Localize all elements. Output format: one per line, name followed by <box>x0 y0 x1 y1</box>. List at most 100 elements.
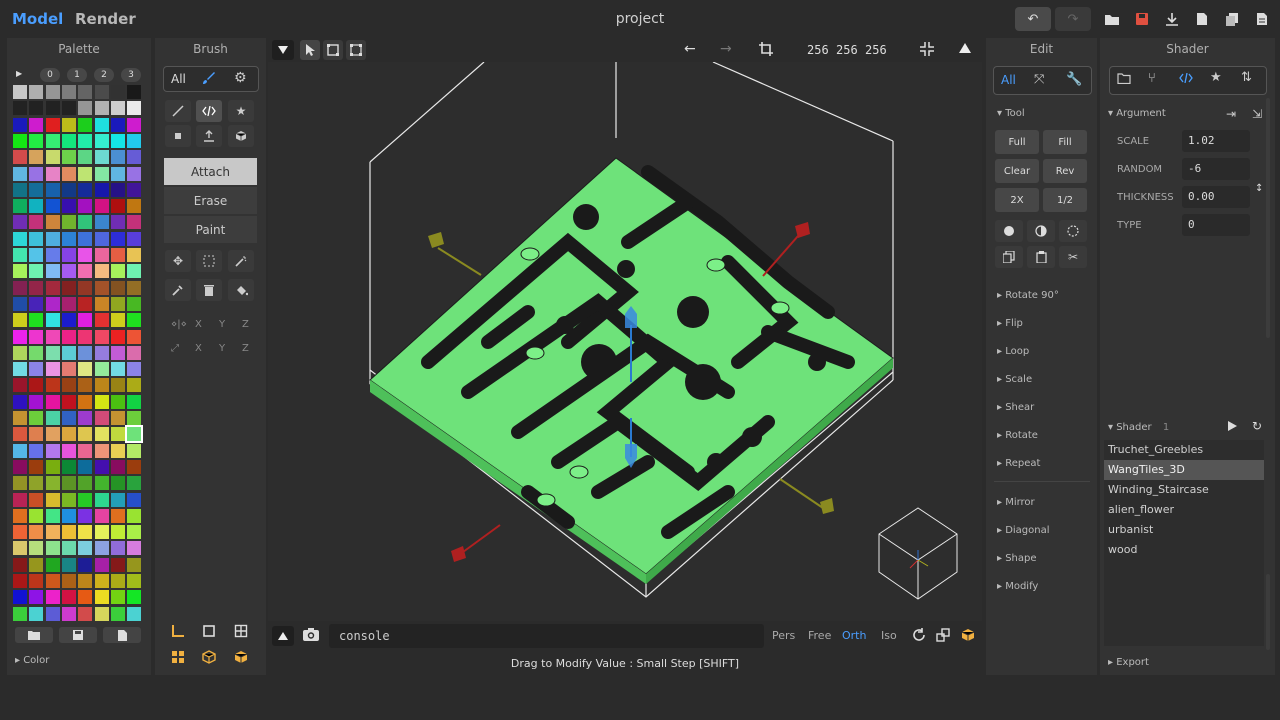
shape-section[interactable]: ▸ Shape <box>997 553 1037 564</box>
color-swatch[interactable] <box>94 541 109 556</box>
color-swatch[interactable] <box>110 101 125 116</box>
color-swatch[interactable] <box>94 248 109 262</box>
brush-settings-gear-icon[interactable]: ⚙ <box>234 70 247 86</box>
color-swatch[interactable] <box>61 557 76 572</box>
camera-snapshot-icon[interactable] <box>302 627 320 645</box>
color-swatch[interactable] <box>94 459 109 474</box>
color-swatch[interactable] <box>61 606 76 621</box>
move-tool-icon[interactable]: ✥ <box>165 250 191 272</box>
shrink-icon[interactable] <box>920 42 934 59</box>
color-swatch[interactable] <box>78 606 93 621</box>
color-swatch[interactable] <box>13 411 27 425</box>
color-swatch[interactable] <box>29 508 44 523</box>
camera-orth-button[interactable]: Orth <box>842 629 866 642</box>
color-swatch[interactable] <box>78 133 93 148</box>
color-swatch[interactable] <box>45 525 60 540</box>
color-swatch[interactable] <box>127 606 142 621</box>
color-swatch[interactable] <box>45 476 60 491</box>
color-swatch[interactable] <box>127 541 142 556</box>
arg-type-input[interactable]: 0 <box>1182 214 1250 236</box>
color-swatch[interactable] <box>78 296 93 311</box>
color-swatch[interactable] <box>78 313 93 328</box>
color-swatch[interactable] <box>78 590 93 605</box>
color-swatch[interactable] <box>127 590 142 605</box>
color-swatch[interactable] <box>78 378 93 393</box>
color-swatch[interactable] <box>45 394 60 409</box>
color-swatch[interactable] <box>110 394 125 409</box>
color-swatch[interactable] <box>61 345 76 360</box>
color-swatch[interactable] <box>94 215 109 230</box>
shader-item[interactable]: Truchet_Greebles <box>1104 440 1264 460</box>
mirror-x-toggle[interactable]: X <box>195 319 202 330</box>
color-swatch[interactable] <box>45 166 60 181</box>
color-swatch[interactable] <box>45 411 60 425</box>
color-swatch[interactable] <box>13 459 27 474</box>
color-swatch[interactable] <box>13 199 27 214</box>
refresh-icon[interactable]: ↻ <box>1252 419 1262 433</box>
multi-select-icon[interactable] <box>346 40 366 60</box>
color-swatch[interactable] <box>61 313 76 328</box>
color-swatch[interactable] <box>29 264 44 279</box>
magic-wand-icon[interactable] <box>228 250 254 272</box>
color-swatch[interactable] <box>94 231 109 246</box>
flip-section[interactable]: ▸ Flip <box>997 318 1023 329</box>
play-shader-icon[interactable] <box>1228 421 1237 434</box>
color-swatch[interactable] <box>127 182 142 197</box>
color-swatch[interactable] <box>94 329 109 344</box>
color-swatch[interactable] <box>127 150 142 165</box>
mirror-section[interactable]: ▸ Mirror <box>997 497 1035 508</box>
color-swatch[interactable] <box>29 117 44 132</box>
tab-render[interactable]: Render <box>75 10 136 28</box>
color-swatch[interactable] <box>127 492 142 507</box>
color-swatch[interactable] <box>13 476 27 491</box>
color-swatch[interactable] <box>110 476 125 491</box>
color-swatch[interactable] <box>45 85 60 99</box>
edit-all-tab[interactable]: All <box>1001 73 1016 87</box>
copy-file-icon[interactable] <box>1222 9 1242 29</box>
color-swatch[interactable] <box>127 362 142 377</box>
cube-view-icon[interactable] <box>961 628 975 645</box>
color-swatch[interactable] <box>127 345 142 360</box>
color-swatch[interactable] <box>110 508 125 523</box>
color-swatch[interactable] <box>61 150 76 165</box>
color-swatch[interactable] <box>127 557 142 572</box>
color-swatch[interactable] <box>29 85 44 99</box>
color-swatch[interactable] <box>13 248 27 262</box>
color-swatch[interactable] <box>94 508 109 523</box>
palette-new-icon[interactable] <box>103 627 141 643</box>
color-swatch[interactable] <box>127 215 142 230</box>
tab-model[interactable]: Model <box>12 10 63 28</box>
color-swatch[interactable] <box>78 215 93 230</box>
color-swatch[interactable] <box>45 541 60 556</box>
color-swatch[interactable] <box>110 280 125 295</box>
solid-circle-icon[interactable] <box>995 220 1023 242</box>
color-swatch[interactable] <box>94 362 109 377</box>
camera-free-button[interactable]: Free <box>808 629 831 642</box>
console-toggle-icon[interactable] <box>272 626 294 646</box>
color-swatch[interactable] <box>61 248 76 262</box>
color-swatch[interactable] <box>94 525 109 540</box>
color-swatch[interactable] <box>29 329 44 344</box>
voxel-scene[interactable] <box>268 62 982 620</box>
color-swatch[interactable] <box>94 313 109 328</box>
dim-z-field[interactable]: 256 <box>865 43 887 57</box>
color-swatch[interactable] <box>61 492 76 507</box>
color-swatch[interactable] <box>45 378 60 393</box>
color-swatch[interactable] <box>45 492 60 507</box>
eyedropper-icon[interactable] <box>165 279 191 301</box>
color-swatch[interactable] <box>13 313 27 328</box>
palette-page-1[interactable]: 1 <box>67 68 87 82</box>
color-swatch[interactable] <box>127 264 142 279</box>
color-swatch[interactable] <box>127 117 142 132</box>
rotate-section[interactable]: ▸ Rotate <box>997 430 1038 441</box>
color-swatch[interactable] <box>45 557 60 572</box>
arg-scale-input[interactable]: 1.02 <box>1182 130 1250 152</box>
color-swatch[interactable] <box>13 101 27 116</box>
color-swatch[interactable] <box>78 329 93 344</box>
color-swatch[interactable] <box>29 313 44 328</box>
color-swatch[interactable] <box>13 133 27 148</box>
color-swatch[interactable] <box>45 150 60 165</box>
color-swatch[interactable] <box>13 345 27 360</box>
color-swatch[interactable] <box>29 296 44 311</box>
frame-corner-icon[interactable] <box>171 624 185 641</box>
